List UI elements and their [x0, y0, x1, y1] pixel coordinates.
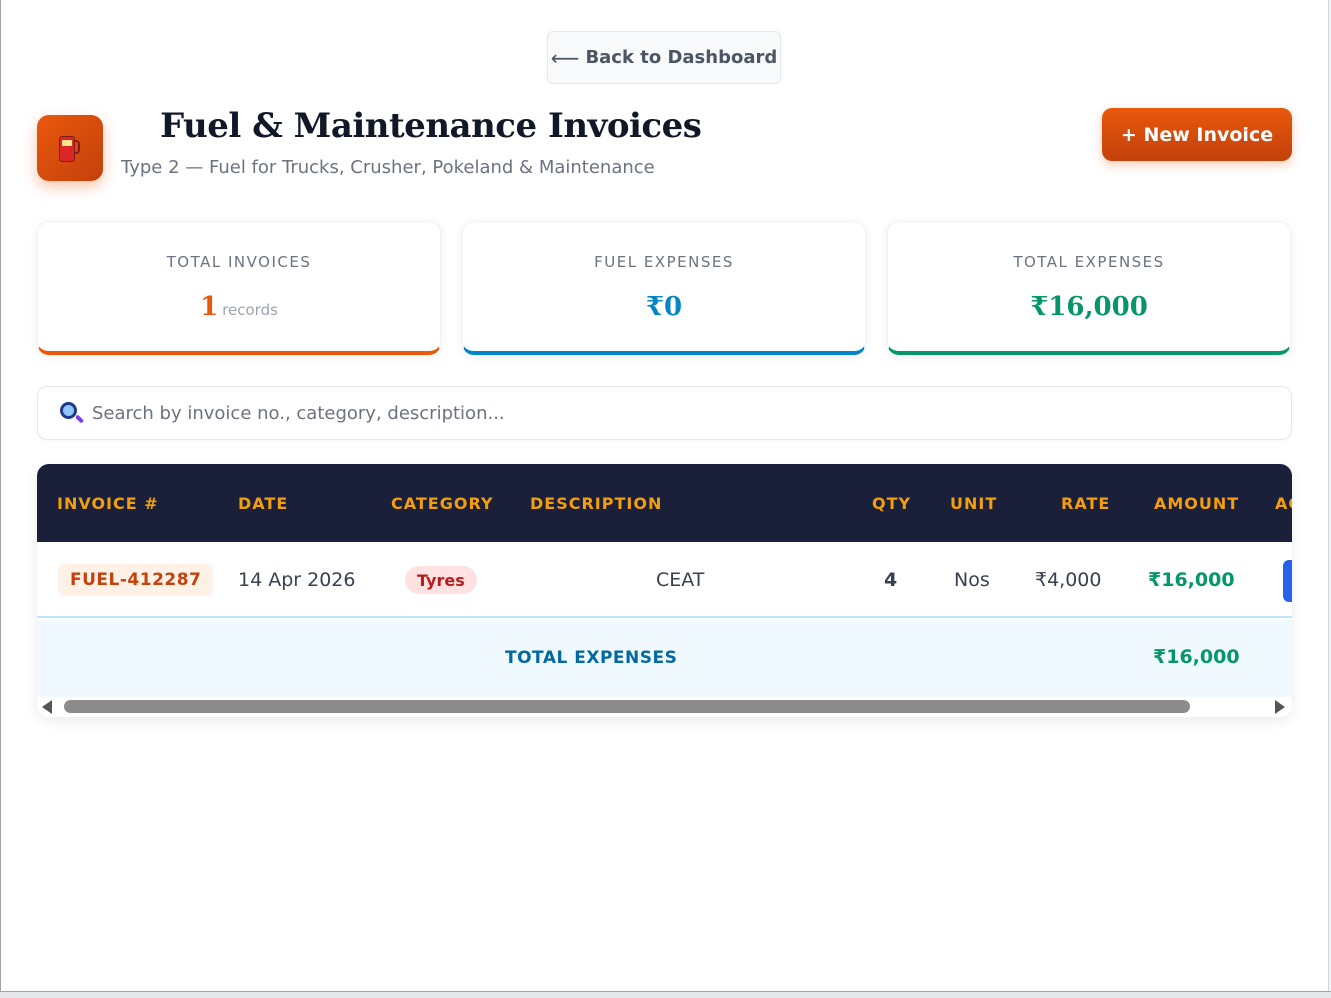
search-bar[interactable] — [37, 386, 1292, 440]
column-header-description[interactable]: DESCRIPTION — [530, 494, 662, 513]
table-header: INVOICE # DATE CATEGORY DESCRIPTION QTY … — [37, 464, 1292, 542]
stat-card-total-expenses: TOTAL EXPENSES ₹16,000 — [887, 221, 1291, 355]
scrollbar-thumb[interactable] — [64, 700, 1190, 713]
stat-number: 1 — [200, 292, 219, 322]
total-expenses-label: TOTAL EXPENSES — [505, 648, 678, 668]
column-header-date[interactable]: DATE — [238, 494, 288, 513]
scroll-right-arrow-icon[interactable] — [1275, 700, 1285, 714]
invoice-amount: ₹16,000 — [1148, 569, 1235, 591]
back-arrow-icon: ⟵ — [550, 45, 580, 70]
new-invoice-button[interactable]: + New Invoice — [1102, 108, 1292, 161]
stat-label: TOTAL EXPENSES — [1013, 253, 1165, 271]
invoices-table: INVOICE # DATE CATEGORY DESCRIPTION QTY … — [37, 464, 1292, 717]
column-header-rate[interactable]: RATE — [1061, 494, 1110, 513]
scroll-left-arrow-icon[interactable] — [42, 700, 52, 714]
column-header-actions[interactable]: AC — [1275, 494, 1292, 513]
stat-value: 1 records — [38, 292, 440, 322]
invoice-unit: Nos — [954, 569, 990, 591]
column-header-category[interactable]: CATEGORY — [391, 494, 494, 513]
window-border-left — [0, 0, 1, 998]
fuel-pump-icon — [37, 115, 103, 181]
search-icon — [58, 400, 85, 426]
column-header-unit[interactable]: UNIT — [950, 494, 997, 513]
stat-value: ₹16,000 — [1030, 292, 1148, 322]
total-expenses-amount: ₹16,000 — [1153, 646, 1240, 668]
search-input[interactable] — [92, 402, 1242, 424]
page-title: Fuel & Maintenance Invoices — [160, 106, 702, 146]
invoice-description: CEAT — [656, 569, 705, 591]
stat-label: TOTAL INVOICES — [166, 253, 312, 271]
column-header-amount[interactable]: AMOUNT — [1154, 494, 1239, 513]
invoice-qty: 4 — [884, 569, 898, 591]
row-action-button[interactable] — [1283, 560, 1292, 602]
stat-label: FUEL EXPENSES — [594, 253, 734, 271]
window-border-bottom — [0, 991, 1331, 998]
invoice-rate: ₹4,000 — [1035, 569, 1102, 591]
column-header-invoice[interactable]: INVOICE # — [57, 494, 159, 513]
stat-card-fuel-expenses: FUEL EXPENSES ₹0 — [462, 221, 866, 355]
invoice-number-badge[interactable]: FUEL-412287 — [58, 564, 214, 596]
page-subtitle: Type 2 — Fuel for Trucks, Crusher, Pokel… — [121, 157, 655, 178]
table-row[interactable]: FUEL-412287 14 Apr 2026 Tyres CEAT 4 Nos… — [37, 542, 1292, 618]
horizontal-scrollbar[interactable] — [37, 697, 1292, 717]
category-badge: Tyres — [405, 566, 477, 594]
stat-card-total-invoices: TOTAL INVOICES 1 records — [37, 221, 441, 355]
back-button-label: Back to Dashboard — [585, 47, 778, 68]
stat-value: ₹0 — [645, 292, 683, 322]
column-header-qty[interactable]: QTY — [872, 494, 911, 513]
table-footer-total: TOTAL EXPENSES ₹16,000 — [37, 620, 1292, 697]
invoice-date: 14 Apr 2026 — [238, 569, 356, 591]
stat-unit: records — [222, 301, 278, 319]
back-to-dashboard-button[interactable]: ⟵ Back to Dashboard — [547, 31, 781, 84]
